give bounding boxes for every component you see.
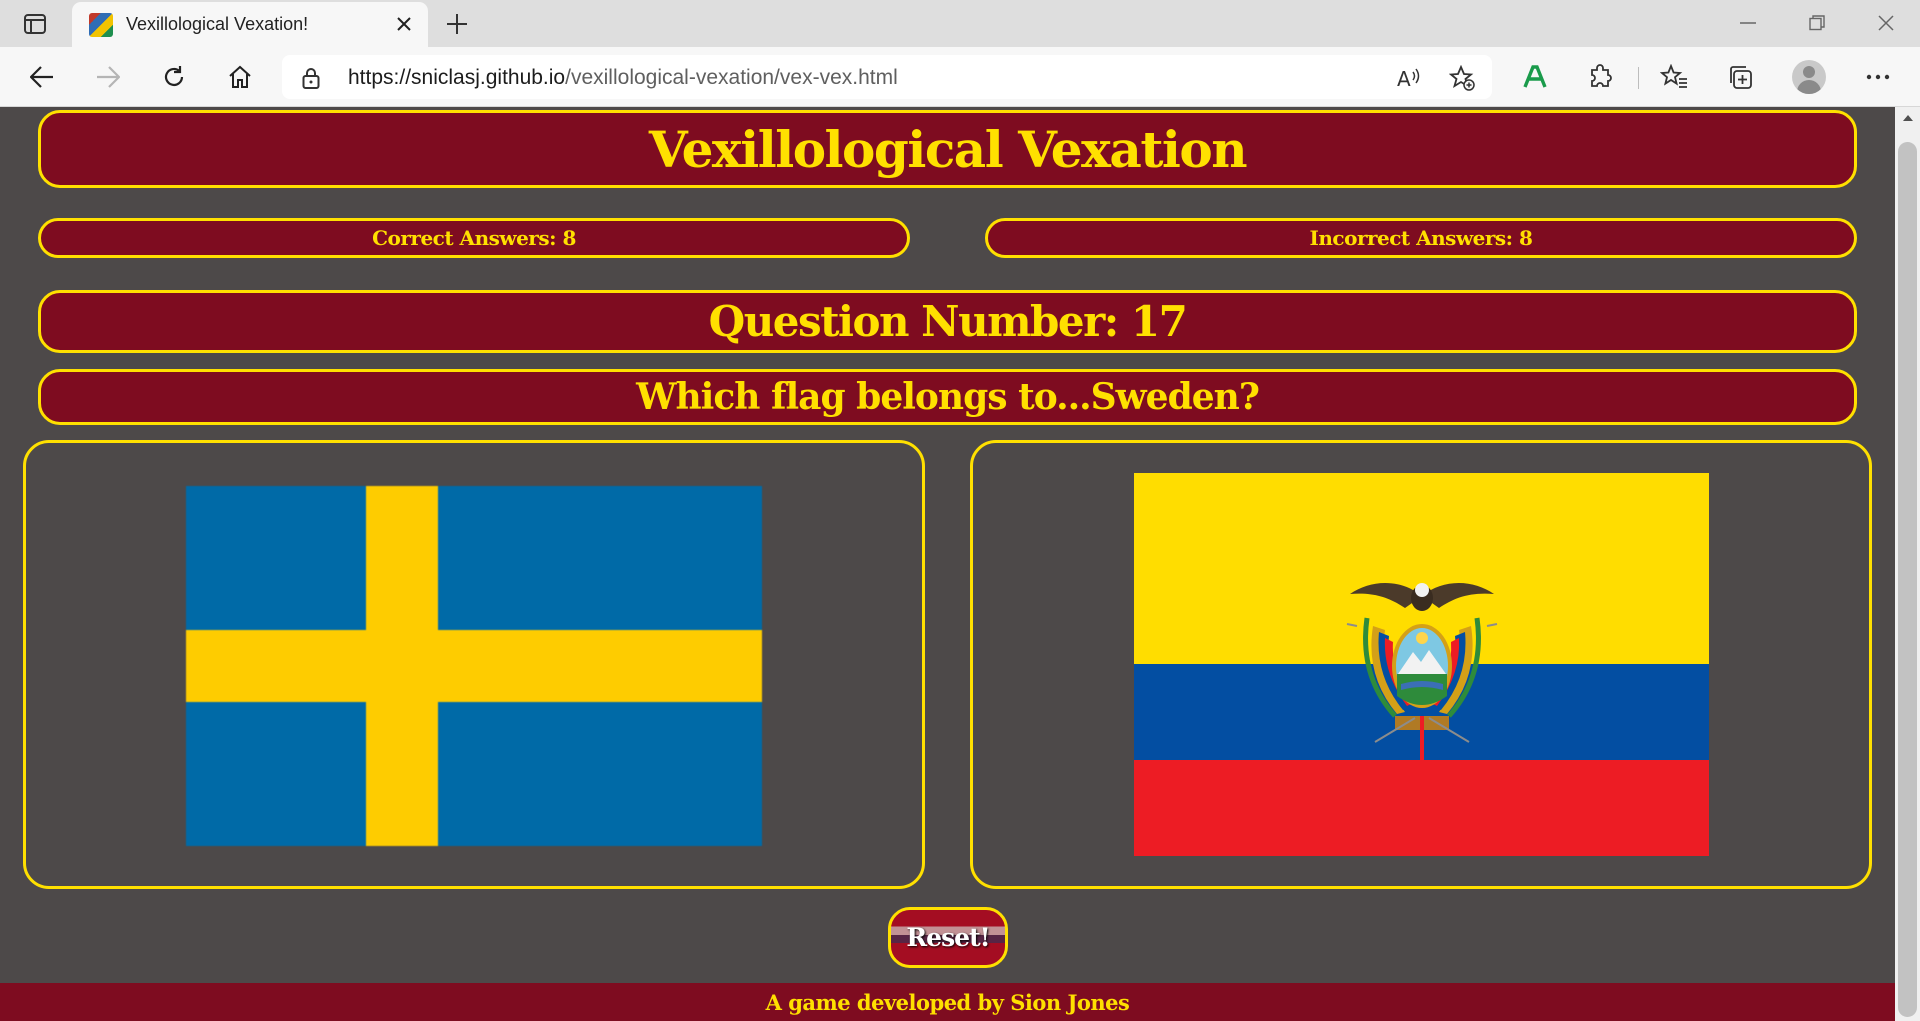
- tab-actions-icon[interactable]: [17, 11, 53, 37]
- url-host: https://sniclasj.github.io: [348, 66, 566, 89]
- toolbar-divider: [1638, 67, 1639, 89]
- window-close-icon[interactable]: [1868, 8, 1904, 38]
- correct-answers-counter: Correct Answers: 8: [38, 218, 910, 258]
- page-footer: A game developed by Sion Jones: [0, 983, 1895, 1021]
- tab-strip: Vexillological Vexation!: [0, 0, 1920, 47]
- forward-icon[interactable]: [92, 61, 124, 93]
- add-favorite-icon[interactable]: [1448, 64, 1476, 92]
- grammar-extension-icon[interactable]: [1519, 61, 1551, 93]
- sweden-flag[interactable]: [186, 486, 762, 846]
- plus-icon[interactable]: [443, 10, 471, 38]
- site-favicon-icon: [89, 13, 113, 37]
- vertical-scrollbar[interactable]: [1895, 107, 1920, 1021]
- collections-icon[interactable]: [1724, 61, 1756, 93]
- profile-icon[interactable]: [1792, 60, 1826, 94]
- question-prompt: Which flag belongs to...Sweden?: [38, 369, 1857, 425]
- ecuador-coat-of-arms-icon: [1346, 583, 1498, 762]
- ecuador-flag[interactable]: [1134, 473, 1709, 856]
- page-viewport: Vexillological Vexation Correct Answers:…: [0, 107, 1895, 1021]
- active-tab[interactable]: Vexillological Vexation!: [72, 2, 428, 47]
- incorrect-answers-counter: Incorrect Answers: 8: [985, 218, 1857, 258]
- refresh-icon[interactable]: [158, 61, 190, 93]
- browser-toolbar: https://sniclasj.github.io/vexillologica…: [0, 47, 1920, 107]
- tab-title: Vexillological Vexation!: [126, 14, 309, 34]
- reset-button-label: Reset!: [906, 923, 990, 952]
- back-icon[interactable]: [26, 61, 58, 93]
- game-title: Vexillological Vexation: [38, 110, 1857, 188]
- question-number: Question Number: 17: [38, 290, 1857, 353]
- url-path: /vexillological-vexation/vex-vex.html: [565, 66, 898, 89]
- restore-icon[interactable]: [1799, 8, 1835, 38]
- read-aloud-icon[interactable]: A: [1395, 64, 1423, 92]
- lock-icon[interactable]: [302, 67, 320, 94]
- home-icon[interactable]: [224, 61, 256, 93]
- favorites-icon[interactable]: [1658, 61, 1690, 93]
- url-text[interactable]: https://sniclasj.github.io/vexillologica…: [348, 66, 898, 90]
- svg-text:A: A: [1397, 67, 1411, 90]
- more-icon[interactable]: [1862, 61, 1894, 93]
- extensions-icon[interactable]: [1585, 61, 1617, 93]
- address-bar[interactable]: https://sniclasj.github.io/vexillologica…: [282, 55, 1492, 99]
- close-icon[interactable]: [393, 13, 415, 35]
- scrollbar-thumb[interactable]: [1898, 142, 1917, 1017]
- minimize-icon[interactable]: [1730, 8, 1766, 38]
- scroll-up-arrow-icon[interactable]: [1895, 109, 1920, 127]
- reset-button[interactable]: Reset!: [888, 907, 1008, 968]
